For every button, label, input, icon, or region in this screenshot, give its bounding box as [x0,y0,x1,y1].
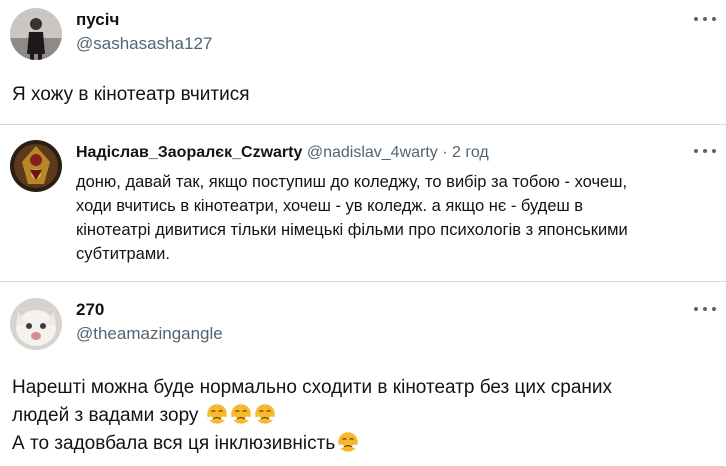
avatar-image [10,298,62,350]
reply-meta: Надіслав_Заоралєк_Czwarty @nadislav_4war… [76,144,489,162]
reply-text-line: ходи вчитись в кінотеатри, хочеш - ув ко… [76,197,584,215]
reply-text: доню, давай так, якщо поступиш до коледж… [76,170,676,266]
tweet-text: Я хожу в кінотеатр вчитися [12,84,250,105]
tweet-text-line: А то задовбала вся ця інклюзивність [12,430,712,458]
avatar-image [10,8,62,60]
tweet-text-line: Нарешті можна буде нормально сходити в к… [12,374,712,402]
avatar-theamazingangle[interactable] [10,298,62,350]
face-with-steam-from-nose-emoji [338,432,359,452]
tweet-text-line-1: Нарешті можна буде нормально сходити в к… [12,377,613,398]
tweet-text-line: людей з вадами зору [12,402,712,430]
meta-separator: · [442,144,448,161]
tweet-text: Нарешті можна буде нормально сходити в к… [12,374,712,458]
face-with-steam-from-nose-emoji [254,404,275,424]
author-handle[interactable]: @theamazingangle [76,324,223,344]
reply-text-line: доню, давай так, якщо поступиш до коледж… [76,173,628,191]
reply-author-handle[interactable]: @nadislav_4warty [307,144,438,161]
avatar-sashasasha127[interactable] [10,8,62,60]
tweet-text-line-2: людей з вадами зору [12,405,199,426]
author-handle[interactable]: @sashasasha127 [76,34,212,54]
author-name[interactable]: 270 [76,300,104,320]
more-options-icon[interactable] [694,146,716,156]
face-with-steam-from-nose-emoji [206,404,227,424]
reply-text-line: субтитрами. [76,245,170,263]
author-name[interactable]: пусіч [76,10,119,30]
reply-text-line: кінотеатрі дивитися тільки німецькі філь… [76,221,628,239]
avatar-nadislav-4warty[interactable] [10,140,62,192]
reply-timestamp[interactable]: 2 год [452,144,489,161]
face-with-steam-from-nose-emoji [230,404,251,424]
tweet-text-line-3: А то задовбала вся ця інклюзивність [12,433,336,454]
avatar-image [10,140,62,192]
more-options-icon[interactable] [694,14,716,24]
reply-author-name[interactable]: Надіслав_Заоралєк_Czwarty [76,144,302,161]
more-options-icon[interactable] [694,304,716,314]
